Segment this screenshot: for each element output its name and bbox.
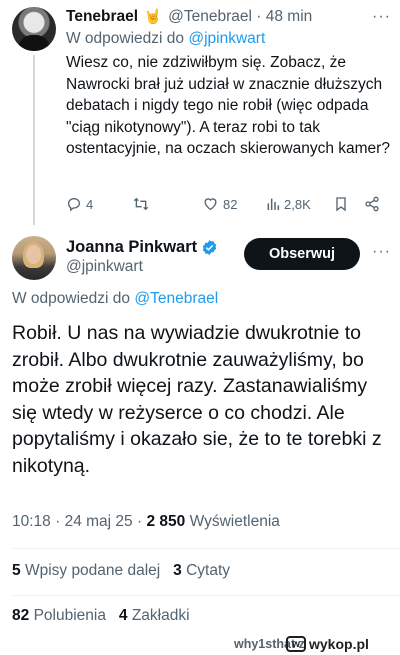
bookmarks-count: 4 <box>118 607 128 624</box>
more-options-icon[interactable]: ··· <box>372 243 391 261</box>
rock-hand-emoji: 🤘 <box>144 8 162 24</box>
parent-tweet-text: Wiesz co, nie zdziwiłbym się. Zobacz, że… <box>66 54 390 157</box>
views-label: Wyświetlenia <box>189 513 280 530</box>
reply-mention-link[interactable]: @jpinkwart <box>188 30 265 47</box>
avatar-tenebrael[interactable] <box>12 7 56 51</box>
main-tweet-text: Robił. U nas na wywiadzie dwukrotnie to … <box>12 322 382 477</box>
like-button[interactable]: 82 <box>202 196 237 212</box>
separator-dot: · <box>256 8 262 25</box>
separator-dot: · <box>55 513 61 530</box>
views-count: 2 850 <box>146 513 186 530</box>
divider <box>12 548 400 549</box>
separator-dot: · <box>136 513 143 530</box>
watermark-footer: why1sthat z w wykop.pl <box>0 633 400 655</box>
retweet-button[interactable] <box>132 196 154 212</box>
share-button[interactable] <box>364 196 380 212</box>
tweet-time[interactable]: 48 min <box>266 8 313 25</box>
bookmarks-link[interactable]: 4 Zakładki <box>119 607 190 624</box>
main-tweet-header: Joanna Pinkwart @jpinkwart Obserwuj ··· <box>0 228 400 280</box>
wykop-site-name: wykop.pl <box>309 636 369 652</box>
bookmarks-label: Zakładki <box>131 607 190 624</box>
like-count: 82 <box>223 196 238 212</box>
share-icon <box>365 196 379 212</box>
reply-prefix: W odpowiedzi do <box>12 290 131 307</box>
reply-mention-link[interactable]: @Tenebrael <box>134 290 218 307</box>
heart-icon <box>204 198 217 211</box>
author-handle[interactable]: @Tenebrael <box>168 8 252 25</box>
reply-icon <box>67 197 81 212</box>
avatar-joanna-pinkwart[interactable] <box>12 236 56 280</box>
reposts-count: 5 <box>12 562 21 579</box>
views-count: 2,8K <box>284 196 311 212</box>
main-reply-context: W odpowiedzi do @Tenebrael <box>12 290 218 308</box>
reposts-link[interactable]: 5 Wpisy podane dalej <box>12 562 160 579</box>
wykop-watermark: w wykop.pl <box>286 634 369 654</box>
views-chart-icon <box>267 198 280 210</box>
bookmark-icon <box>336 197 346 212</box>
follow-button[interactable]: Obserwuj <box>244 238 360 270</box>
verified-badge-icon <box>202 240 217 255</box>
bookmark-button[interactable] <box>334 196 348 212</box>
reply-prefix: W odpowiedzi do <box>66 30 185 47</box>
main-author-name[interactable]: Joanna Pinkwart <box>66 238 197 257</box>
author-name[interactable]: Tenebrael <box>66 8 138 25</box>
retweet-icon <box>133 197 149 211</box>
reposts-label: Wpisy podane dalej <box>24 562 161 579</box>
reply-context: W odpowiedzi do @jpinkwart <box>66 30 265 48</box>
likes-link[interactable]: 82 Polubienia <box>12 607 106 624</box>
repost-quote-stats: 5 Wpisy podane dalej 3 Cytaty <box>12 562 230 580</box>
parent-tweet[interactable]: Tenebrael 🤘 @Tenebrael · 48 min ··· W od… <box>0 0 400 228</box>
quotes-link[interactable]: 3 Cytaty <box>173 562 230 579</box>
tweet-date[interactable]: 24 maj 25 <box>65 513 133 530</box>
thread-line <box>33 55 35 225</box>
quotes-label: Cytaty <box>186 562 231 579</box>
tweet-time[interactable]: 10:18 <box>12 513 51 530</box>
parent-tweet-header: Tenebrael 🤘 @Tenebrael · 48 min <box>66 8 312 26</box>
views-button[interactable]: 2,8K <box>266 196 311 212</box>
like-bookmark-stats: 82 Polubienia 4 Zakładki <box>12 607 190 625</box>
more-options-icon[interactable]: ··· <box>372 8 391 26</box>
likes-label: Polubienia <box>33 607 106 624</box>
reply-count: 4 <box>86 196 94 212</box>
main-author-handle[interactable]: @jpinkwart <box>66 258 143 276</box>
wykop-logo-icon: w <box>286 636 306 652</box>
likes-count: 82 <box>12 607 30 624</box>
quotes-count: 3 <box>173 562 182 579</box>
divider <box>12 595 400 596</box>
tweet-metadata: 10:18 · 24 maj 25 · 2 850 Wyświetlenia <box>12 513 280 531</box>
main-author-name-row[interactable]: Joanna Pinkwart <box>66 238 218 257</box>
action-bar: 4 82 2,8K <box>66 196 382 216</box>
reply-button[interactable]: 4 <box>66 196 93 212</box>
